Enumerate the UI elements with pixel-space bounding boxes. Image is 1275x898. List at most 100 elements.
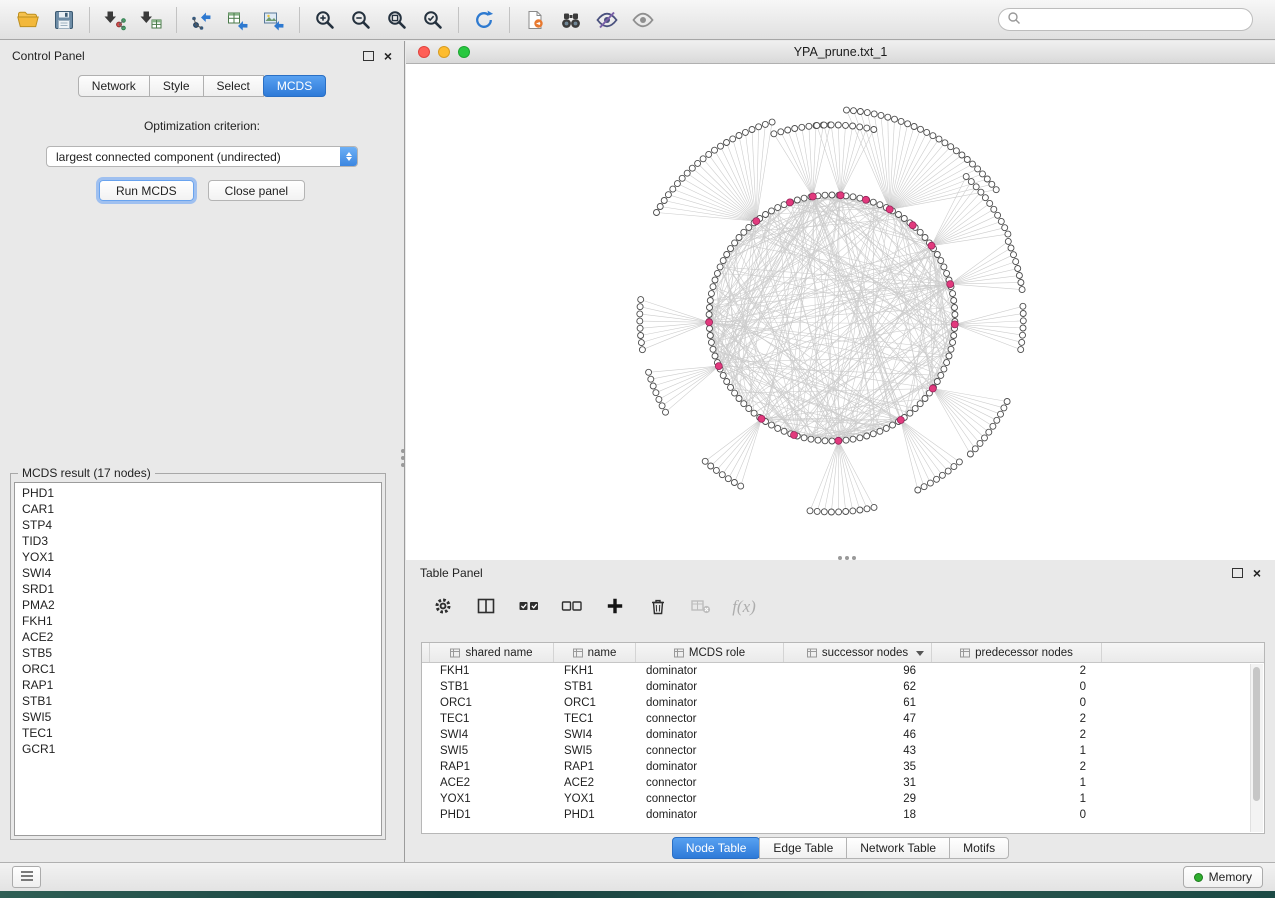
table-row[interactable]: SWI4SWI4dominator462 <box>422 727 1264 743</box>
float-panel-icon[interactable] <box>363 51 374 61</box>
table-row[interactable]: YOX1YOX1connector291 <box>422 791 1264 807</box>
tab-motifs[interactable]: Motifs <box>949 837 1009 859</box>
show-columns-button[interactable] <box>473 594 499 620</box>
share-document-button[interactable] <box>517 4 553 36</box>
zoom-fit-button[interactable] <box>379 4 415 36</box>
table-row[interactable]: ORC1ORC1dominator610 <box>422 695 1264 711</box>
criterion-dropdown[interactable]: largest connected component (undirected) <box>46 146 358 167</box>
cell-name[interactable]: STB1 <box>554 681 636 693</box>
column-header-mcds-role[interactable]: MCDS role <box>636 643 784 662</box>
cell-name[interactable]: ORC1 <box>554 697 636 709</box>
cell-predecessor-nodes[interactable]: 2 <box>932 665 1102 677</box>
zoom-selected-button[interactable] <box>415 4 451 36</box>
cell-shared-name[interactable]: SWI5 <box>430 745 554 757</box>
import-network-button[interactable] <box>97 4 133 36</box>
tab-mcds[interactable]: MCDS <box>263 75 326 97</box>
column-header-shared-name[interactable]: shared name <box>430 643 554 662</box>
cell-predecessor-nodes[interactable]: 1 <box>932 777 1102 789</box>
result-node-item[interactable]: PMA2 <box>22 597 381 613</box>
column-header-predecessor-nodes[interactable]: predecessor nodes <box>932 643 1102 662</box>
hide-selected-button[interactable] <box>589 4 625 36</box>
result-node-item[interactable]: TEC1 <box>22 725 381 741</box>
network-canvas[interactable] <box>406 64 1275 560</box>
export-table-button[interactable] <box>220 4 256 36</box>
search-input[interactable] <box>1026 12 1244 28</box>
export-image-button[interactable] <box>256 4 292 36</box>
cell-name[interactable]: TEC1 <box>554 713 636 725</box>
add-row-button[interactable] <box>602 594 628 620</box>
memory-button[interactable]: Memory <box>1183 866 1263 888</box>
close-panel-button[interactable]: Close panel <box>208 180 305 201</box>
result-node-item[interactable]: ACE2 <box>22 629 381 645</box>
cell-shared-name[interactable]: TEC1 <box>430 713 554 725</box>
cell-predecessor-nodes[interactable]: 2 <box>932 713 1102 725</box>
mcds-result-list[interactable]: PHD1CAR1STP4TID3YOX1SWI4SRD1PMA2FKH1ACE2… <box>14 482 382 836</box>
cell-successor-nodes[interactable]: 43 <box>784 745 932 757</box>
table-row[interactable]: TEC1TEC1connector472 <box>422 711 1264 727</box>
result-node-item[interactable]: YOX1 <box>22 549 381 565</box>
import-table-button[interactable] <box>133 4 169 36</box>
network-window-titlebar[interactable]: YPA_prune.txt_1 <box>406 41 1275 64</box>
cell-predecessor-nodes[interactable]: 2 <box>932 761 1102 773</box>
cell-name[interactable]: SWI4 <box>554 729 636 741</box>
show-all-button[interactable] <box>625 4 661 36</box>
cell-name[interactable]: YOX1 <box>554 793 636 805</box>
tab-style[interactable]: Style <box>149 75 204 97</box>
cell-successor-nodes[interactable]: 96 <box>784 665 932 677</box>
cell-name[interactable]: PHD1 <box>554 809 636 821</box>
cell-mcds-role[interactable]: dominator <box>636 665 784 677</box>
minimize-window-icon[interactable] <box>438 46 450 58</box>
column-header-successor-nodes[interactable]: successor nodes <box>784 643 932 662</box>
result-node-item[interactable]: GCR1 <box>22 741 381 757</box>
cell-mcds-role[interactable]: dominator <box>636 681 784 693</box>
cell-shared-name[interactable]: FKH1 <box>430 665 554 677</box>
column-header-name[interactable]: name <box>554 643 636 662</box>
cell-shared-name[interactable]: YOX1 <box>430 793 554 805</box>
cell-mcds-role[interactable]: dominator <box>636 697 784 709</box>
cell-name[interactable]: ACE2 <box>554 777 636 789</box>
table-row[interactable]: FKH1FKH1dominator962 <box>422 663 1264 679</box>
delete-row-button[interactable] <box>645 594 671 620</box>
result-node-item[interactable]: SWI4 <box>22 565 381 581</box>
maximize-window-icon[interactable] <box>458 46 470 58</box>
vertical-splitter-grip[interactable] <box>401 449 405 453</box>
result-node-item[interactable]: PHD1 <box>22 485 381 501</box>
table-row[interactable]: PHD1PHD1dominator180 <box>422 807 1264 823</box>
result-node-item[interactable]: SWI5 <box>22 709 381 725</box>
cell-successor-nodes[interactable]: 46 <box>784 729 932 741</box>
cell-name[interactable]: FKH1 <box>554 665 636 677</box>
result-node-item[interactable]: SRD1 <box>22 581 381 597</box>
result-node-item[interactable]: STB1 <box>22 693 381 709</box>
table-settings-button[interactable] <box>430 594 456 620</box>
table-row[interactable]: ACE2ACE2connector311 <box>422 775 1264 791</box>
cell-predecessor-nodes[interactable]: 0 <box>932 809 1102 821</box>
save-session-button[interactable] <box>46 4 82 36</box>
cell-mcds-role[interactable]: dominator <box>636 729 784 741</box>
zoom-out-button[interactable] <box>343 4 379 36</box>
select-all-button[interactable] <box>516 594 542 620</box>
result-node-item[interactable]: STB5 <box>22 645 381 661</box>
cell-predecessor-nodes[interactable]: 1 <box>932 793 1102 805</box>
cell-successor-nodes[interactable]: 29 <box>784 793 932 805</box>
close-table-panel-icon[interactable]: × <box>1253 567 1261 579</box>
run-mcds-button[interactable]: Run MCDS <box>99 180 194 201</box>
float-table-panel-icon[interactable] <box>1232 568 1243 578</box>
zoom-in-button[interactable] <box>307 4 343 36</box>
close-panel-icon[interactable]: × <box>384 50 392 62</box>
cell-predecessor-nodes[interactable]: 0 <box>932 697 1102 709</box>
cell-shared-name[interactable]: STB1 <box>430 681 554 693</box>
cell-mcds-role[interactable]: dominator <box>636 761 784 773</box>
tab-edge-table[interactable]: Edge Table <box>759 837 847 859</box>
cell-mcds-role[interactable]: connector <box>636 713 784 725</box>
cell-name[interactable]: RAP1 <box>554 761 636 773</box>
show-panel-list-button[interactable] <box>12 866 41 888</box>
cell-successor-nodes[interactable]: 18 <box>784 809 932 821</box>
cell-successor-nodes[interactable]: 47 <box>784 713 932 725</box>
cell-mcds-role[interactable]: dominator <box>636 809 784 821</box>
result-node-item[interactable]: ORC1 <box>22 661 381 677</box>
export-network-button[interactable] <box>184 4 220 36</box>
cell-shared-name[interactable]: SWI4 <box>430 729 554 741</box>
search-box[interactable] <box>998 8 1253 31</box>
result-node-item[interactable]: STP4 <box>22 517 381 533</box>
table-row[interactable]: RAP1RAP1dominator352 <box>422 759 1264 775</box>
